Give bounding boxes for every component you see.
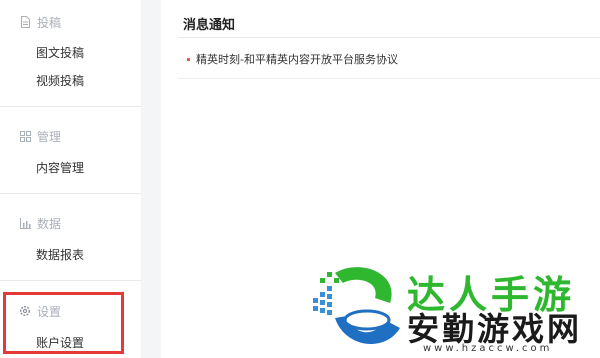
divider	[0, 106, 141, 107]
sidebar-item-image-text-submit[interactable]: 图文投稿	[36, 44, 84, 61]
section-title: 投稿	[37, 15, 62, 30]
section-data-header: 数据	[19, 215, 61, 231]
section-manage-header: 管理	[19, 128, 61, 144]
sidebar-item-content-manage[interactable]: 内容管理	[36, 159, 84, 176]
page-title: 消息通知	[183, 18, 236, 33]
highlight-box	[3, 292, 124, 354]
document-icon	[19, 16, 31, 28]
grid-icon	[19, 130, 31, 142]
notice-text: 精英时刻-和平精英内容开放平台服务协议	[196, 53, 398, 66]
section-submit-header: 投稿	[19, 14, 61, 30]
divider	[178, 78, 600, 79]
sidebar-item-video-submit[interactable]: 视频投稿	[36, 72, 84, 89]
watermark-logo-icon	[313, 267, 400, 345]
section-title: 管理	[37, 129, 62, 144]
bar-chart-icon	[19, 217, 31, 229]
divider	[0, 280, 141, 281]
notice-item[interactable]: 精英时刻-和平精英内容开放平台服务协议	[187, 51, 398, 67]
divider	[178, 37, 600, 38]
bullet-icon	[187, 57, 190, 61]
watermark-url: www.hzaccw.com	[423, 343, 553, 354]
section-title: 数据	[37, 216, 62, 231]
watermark: 达人手游 安勤游戏网 www.hzaccw.com	[305, 258, 600, 358]
sidebar: 投稿 图文投稿 视频投稿 管理 内容管理 数据 数据报表 设置 账户设置	[0, 0, 141, 358]
divider	[0, 193, 141, 194]
sidebar-item-data-report[interactable]: 数据报表	[36, 246, 84, 263]
